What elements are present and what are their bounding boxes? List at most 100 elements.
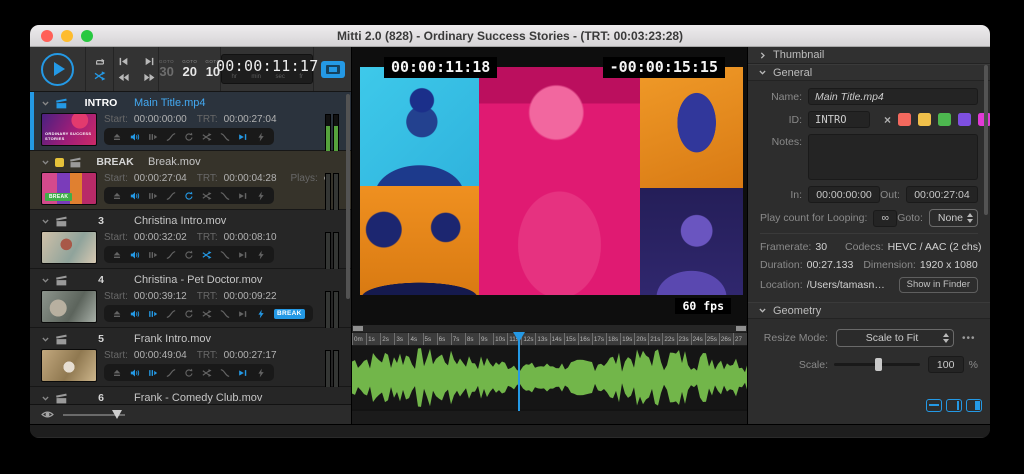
shuffle-icon[interactable] bbox=[94, 70, 106, 82]
lightning-icon[interactable] bbox=[256, 191, 266, 201]
skip-end-icon[interactable] bbox=[238, 191, 248, 201]
toggle-panel-icon[interactable] bbox=[946, 399, 962, 412]
fade-out-icon[interactable] bbox=[220, 191, 230, 201]
eject-icon[interactable] bbox=[112, 309, 122, 319]
fade-out-icon[interactable] bbox=[220, 368, 230, 378]
section-general[interactable]: General bbox=[748, 64, 990, 81]
shuffle-icon[interactable] bbox=[202, 132, 212, 142]
repeat-icon[interactable] bbox=[94, 56, 106, 68]
lightning-icon[interactable] bbox=[256, 309, 266, 319]
cue-row-break[interactable]: BREAKBreak.movBREAKStart:00:00:27:04TRT:… bbox=[30, 151, 351, 210]
step-icon[interactable] bbox=[148, 250, 158, 260]
step-icon[interactable] bbox=[148, 191, 158, 201]
timeline[interactable]: 0m1s2s3s4s5s6s7s8s9s10s11s12s13s14s15s16… bbox=[352, 325, 747, 411]
chevron-down-icon[interactable] bbox=[41, 99, 50, 108]
cue-row-5[interactable]: 5Frank Intro.movStart:00:00:49:04TRT:00:… bbox=[30, 328, 351, 387]
speaker-icon[interactable] bbox=[130, 132, 140, 142]
chevron-down-icon[interactable] bbox=[41, 158, 50, 167]
notes-field[interactable] bbox=[808, 134, 978, 180]
shuffle-icon[interactable] bbox=[202, 368, 212, 378]
fade-in-icon[interactable] bbox=[166, 368, 176, 378]
chevron-down-icon[interactable] bbox=[41, 394, 50, 403]
loop-icon[interactable] bbox=[184, 309, 194, 319]
color-swatch[interactable] bbox=[938, 113, 951, 126]
chevron-down-icon[interactable] bbox=[41, 217, 50, 226]
playcount-field[interactable]: ∞ bbox=[873, 210, 897, 227]
speaker-icon[interactable] bbox=[130, 309, 140, 319]
lightning-icon[interactable] bbox=[256, 132, 266, 142]
skip-end-icon[interactable] bbox=[238, 132, 248, 142]
timeline-scrollbar[interactable] bbox=[352, 325, 747, 332]
fast-forward-icon[interactable] bbox=[144, 72, 155, 83]
fade-in-icon[interactable] bbox=[166, 191, 176, 201]
loop-icon[interactable] bbox=[184, 250, 194, 260]
skip-end-icon[interactable] bbox=[238, 309, 248, 319]
fade-in-icon[interactable] bbox=[166, 309, 176, 319]
fit-width-icon[interactable] bbox=[926, 399, 942, 412]
fade-out-icon[interactable] bbox=[220, 132, 230, 142]
step-icon[interactable] bbox=[148, 132, 158, 142]
scale-slider-handle[interactable] bbox=[875, 358, 882, 371]
cue-row-3[interactable]: 3Christina Intro.movStart:00:00:32:02TRT… bbox=[30, 210, 351, 269]
shuffle-icon[interactable] bbox=[202, 191, 212, 201]
show-in-finder-button[interactable]: Show in Finder bbox=[899, 277, 978, 293]
eject-icon[interactable] bbox=[112, 368, 122, 378]
cue-row-4[interactable]: 4Christina - Pet Doctor.movStart:00:00:3… bbox=[30, 269, 351, 328]
speaker-icon[interactable] bbox=[130, 191, 140, 201]
out-field[interactable]: 00:00:27:04 bbox=[906, 186, 978, 203]
fade-out-icon[interactable] bbox=[220, 250, 230, 260]
goto-dropdown[interactable]: None bbox=[929, 209, 978, 227]
minimize-button[interactable] bbox=[61, 30, 73, 42]
scale-value-field[interactable]: 100 bbox=[928, 356, 964, 373]
id-field[interactable] bbox=[808, 111, 870, 128]
goto-30-button[interactable]: GOTO 30 bbox=[159, 60, 174, 79]
in-field[interactable]: 00:00:00:00 bbox=[808, 186, 880, 203]
eject-icon[interactable] bbox=[112, 191, 122, 201]
speaker-icon[interactable] bbox=[130, 368, 140, 378]
section-geometry[interactable]: Geometry bbox=[748, 302, 990, 319]
more-options-button[interactable]: ••• bbox=[962, 333, 976, 344]
fullscreen-button[interactable] bbox=[321, 61, 345, 78]
cue-row-6[interactable]: 6Frank - Comedy Club.mov bbox=[30, 387, 351, 404]
fade-in-icon[interactable] bbox=[166, 250, 176, 260]
lightning-icon[interactable] bbox=[256, 368, 266, 378]
fade-out-icon[interactable] bbox=[220, 309, 230, 319]
clear-color-icon[interactable]: × bbox=[884, 113, 891, 127]
inspector-scrollbar[interactable] bbox=[984, 65, 988, 215]
loop-icon[interactable] bbox=[184, 191, 194, 201]
resize-mode-dropdown[interactable]: Scale to Fit bbox=[836, 329, 954, 347]
zoom-button[interactable] bbox=[81, 30, 93, 42]
timeline-scroll-handle-left[interactable] bbox=[353, 326, 363, 331]
scale-slider[interactable] bbox=[834, 363, 920, 366]
loop-icon[interactable] bbox=[184, 368, 194, 378]
skip-end-icon[interactable] bbox=[238, 368, 248, 378]
next-cue-icon[interactable] bbox=[144, 56, 155, 67]
color-swatch[interactable] bbox=[918, 113, 931, 126]
close-button[interactable] bbox=[41, 30, 53, 42]
toggle-inspector-icon[interactable] bbox=[966, 399, 982, 412]
loop-icon[interactable] bbox=[184, 132, 194, 142]
lightning-icon[interactable] bbox=[256, 250, 266, 260]
previous-cue-icon[interactable] bbox=[118, 56, 129, 67]
opacity-slider[interactable] bbox=[63, 414, 125, 416]
play-button[interactable] bbox=[41, 53, 74, 86]
shuffle-icon[interactable] bbox=[202, 250, 212, 260]
chevron-down-icon[interactable] bbox=[41, 335, 50, 344]
speaker-icon[interactable] bbox=[130, 250, 140, 260]
timeline-scroll-handle-right[interactable] bbox=[736, 326, 746, 331]
eject-icon[interactable] bbox=[112, 250, 122, 260]
shuffle-icon[interactable] bbox=[202, 309, 212, 319]
step-icon[interactable] bbox=[148, 368, 158, 378]
fade-in-icon[interactable] bbox=[166, 132, 176, 142]
eye-icon[interactable] bbox=[41, 408, 54, 421]
eject-icon[interactable] bbox=[112, 132, 122, 142]
cue-row-intro[interactable]: INTROMain Title.mp4ORDINARY SUCCESS STOR… bbox=[30, 92, 351, 151]
playhead[interactable] bbox=[518, 332, 520, 411]
goto-20-button[interactable]: GOTO 20 bbox=[182, 60, 197, 79]
opacity-slider-handle[interactable] bbox=[112, 410, 122, 419]
section-thumbnail[interactable]: Thumbnail bbox=[748, 47, 990, 64]
color-swatch[interactable] bbox=[958, 113, 971, 126]
name-field[interactable] bbox=[808, 88, 978, 105]
rewind-icon[interactable] bbox=[118, 72, 129, 83]
step-icon[interactable] bbox=[148, 309, 158, 319]
